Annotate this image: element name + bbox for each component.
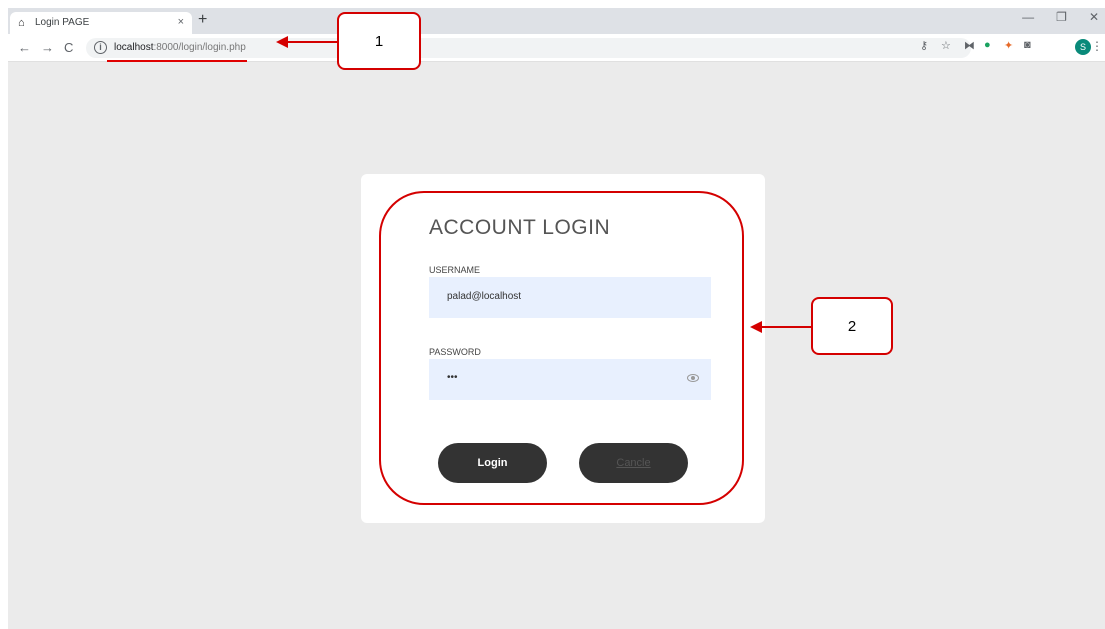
reload-button[interactable]: C — [64, 40, 73, 55]
callout-2: 2 — [811, 297, 893, 355]
arrow-1-line — [286, 41, 338, 43]
restore-button[interactable]: ❐ — [1056, 10, 1067, 24]
arrow-2-line — [760, 326, 812, 328]
url-path: :8000/login/login.php — [153, 42, 246, 53]
login-form-highlight — [379, 191, 744, 505]
tab-strip: ⌂ Login PAGE × + — ❐ ✕ — [8, 8, 1105, 34]
grammarly-icon[interactable]: ● — [984, 39, 991, 51]
extension-icon[interactable]: ⧓ — [964, 39, 975, 52]
url-host: localhost — [114, 42, 154, 53]
key-icon[interactable]: ⚷ — [920, 39, 928, 52]
camera-icon[interactable]: ◙ — [1024, 39, 1031, 51]
tab-title: Login PAGE — [35, 17, 90, 28]
close-window-button[interactable]: ✕ — [1089, 10, 1099, 24]
callout-1: 1 — [337, 12, 421, 70]
browser-toolbar: ← → C i localhost:8000/login/login.php ⚷… — [8, 34, 1105, 62]
url-underline-annotation — [107, 60, 247, 62]
star-icon[interactable]: ☆ — [941, 39, 951, 52]
minimize-button[interactable]: — — [1022, 10, 1034, 24]
metamask-icon[interactable]: ✦ — [1004, 39, 1013, 52]
home-icon: ⌂ — [18, 17, 25, 29]
new-tab-button[interactable]: + — [198, 11, 207, 29]
profile-avatar[interactable]: S — [1075, 39, 1091, 55]
url-text[interactable]: localhost:8000/login/login.php — [114, 42, 246, 53]
menu-icon[interactable]: ⋮ — [1091, 39, 1103, 53]
back-button[interactable]: ← — [18, 40, 31, 55]
close-tab-icon[interactable]: × — [178, 16, 184, 28]
address-bar[interactable]: i localhost:8000/login/login.php — [86, 38, 971, 58]
tab-login-page[interactable]: ⌂ Login PAGE × — [10, 12, 192, 34]
window-controls: — ❐ ✕ — [1022, 10, 1099, 24]
info-icon[interactable]: i — [94, 41, 107, 54]
forward-button[interactable]: → — [41, 40, 54, 55]
